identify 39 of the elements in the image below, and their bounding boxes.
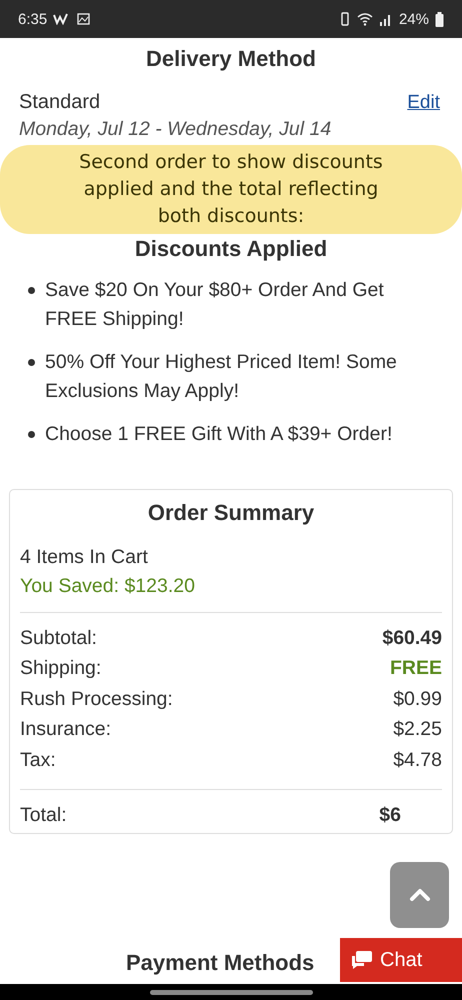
summary-label: Tax: bbox=[20, 748, 56, 772]
card-title: Order Summary bbox=[146, 500, 316, 526]
vibrate-icon bbox=[338, 12, 351, 26]
summary-value: $4.78 bbox=[393, 748, 442, 772]
clock: 6:35 bbox=[18, 10, 48, 28]
battery-icon bbox=[435, 12, 444, 26]
summary-label: Rush Processing: bbox=[20, 686, 173, 712]
total-value: $6 bbox=[379, 803, 401, 828]
summary-value: $60.49 bbox=[382, 626, 442, 650]
image-icon bbox=[77, 13, 90, 25]
annotation-note: Second order to show discounts applied and the total reflecting both discounts: bbox=[0, 145, 462, 234]
discount-text: 50% Off Your Highest Priced Item! Some Exclusions May Apply! bbox=[45, 350, 398, 404]
chevron-up-icon bbox=[408, 888, 430, 902]
summary-value: $0.99 bbox=[393, 686, 442, 712]
section-heading: Delivery Method bbox=[145, 46, 317, 72]
summary-value: FREE bbox=[390, 656, 442, 681]
summary-label: Insurance: bbox=[20, 717, 112, 742]
battery-percent: 24% bbox=[398, 10, 429, 28]
section-heading: Discounts Applied bbox=[134, 236, 328, 262]
delivery-dates: Monday, Jul 12 - Wednesday, Jul 14 bbox=[19, 118, 332, 141]
summary-label: Subtotal: bbox=[20, 626, 97, 650]
discount-text: Save $20 On Your $80+ Order And Get FREE Shipping! bbox=[45, 278, 385, 332]
total-label: Total: bbox=[20, 803, 67, 828]
scroll-top-button[interactable] bbox=[390, 862, 449, 928]
chat-icon bbox=[350, 950, 374, 970]
bullet-icon bbox=[28, 359, 35, 366]
bullet-icon bbox=[28, 431, 35, 438]
chat-button[interactable]: Chat bbox=[340, 938, 462, 982]
edit-link[interactable]: Edit bbox=[407, 92, 443, 114]
summary-label: Shipping: bbox=[20, 656, 102, 681]
section-heading: Payment Methods bbox=[126, 950, 314, 975]
wifi-icon bbox=[356, 12, 373, 26]
savings-text: You Saved: $123.20 bbox=[20, 574, 196, 598]
discount-text: Choose 1 FREE Gift With A $39+ Order! bbox=[45, 422, 392, 447]
signal-icon bbox=[378, 12, 393, 26]
delivery-method: Standard bbox=[19, 91, 100, 114]
bullet-icon bbox=[28, 287, 35, 294]
cart-count: 4 Items In Cart bbox=[20, 546, 149, 568]
summary-value: $2.25 bbox=[393, 717, 442, 742]
